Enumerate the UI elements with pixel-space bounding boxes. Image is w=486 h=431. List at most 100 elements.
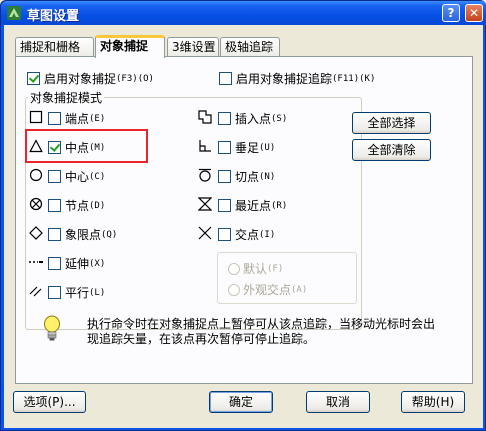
checkbox-box[interactable] <box>218 141 231 154</box>
close-button[interactable]: ✕ <box>465 4 483 22</box>
node-icon <box>29 197 43 211</box>
checkbox-box[interactable] <box>218 170 231 183</box>
parallel-icon <box>29 286 42 297</box>
endpoint-checkbox[interactable]: 端点 (E) <box>48 110 105 127</box>
hotkey-text: (F11)(K) <box>332 73 376 84</box>
help-button[interactable]: 帮助(H) <box>401 391 465 413</box>
title-bar[interactable]: 草图设置 ? ✕ <box>1 1 486 25</box>
checkbox-box[interactable] <box>218 112 231 125</box>
app-icon <box>7 6 21 20</box>
tab-polar-tracking[interactable]: 极轴追踪 <box>220 37 280 57</box>
checkbox-label: 切点 <box>235 170 260 184</box>
info-line: 执行命令时在对象捕捉点上暂停可从该点追踪，当移动光标时会出 <box>87 317 436 331</box>
hotkey-text: (D) <box>89 200 106 211</box>
checkbox-box[interactable] <box>48 112 61 125</box>
dialog-client-area: 捕捉和栅格 对象捕捉 3维设置 极轴追踪 启用对象捕捉 (F3)(O) 启用对象… <box>4 25 483 428</box>
checkbox-label: 最近点 <box>235 199 272 213</box>
hotkey-text: (F3)(O) <box>116 73 154 84</box>
hotkey-text: (R) <box>271 200 288 211</box>
tab-3d-settings[interactable]: 3维设置 <box>167 37 219 57</box>
center-checkbox[interactable]: 中心 (C) <box>48 168 105 185</box>
checkbox-box[interactable] <box>48 170 61 183</box>
checkbox-label: 平行 <box>65 286 90 300</box>
checkbox-box[interactable] <box>48 199 61 212</box>
checkbox-label: 垂足 <box>235 141 260 155</box>
checkbox-label: 启用对象捕捉追踪 <box>236 72 333 86</box>
intersection-checkbox[interactable]: 交点 (I) <box>218 226 275 243</box>
parallel-checkbox[interactable]: 平行 (L) <box>48 284 105 301</box>
default-radio[interactable]: 默认 (F) <box>228 260 283 277</box>
object-snap-panel: 启用对象捕捉 (F3)(O) 启用对象捕捉追踪 (F11)(K) 对象捕捉模式 … <box>15 56 473 384</box>
hotkey-text: (C) <box>89 171 106 182</box>
checkbox-box[interactable] <box>218 199 231 212</box>
nearest-checkbox[interactable]: 最近点 (R) <box>218 197 287 214</box>
hotkey-text: (A) <box>291 284 308 295</box>
extension-checkbox[interactable]: 延伸 (X) <box>48 255 105 272</box>
apparent-intersection-radio[interactable]: 外观交点 (A) <box>228 281 307 298</box>
tab-label: 极轴追踪 <box>225 40 274 54</box>
insertion-icon <box>198 110 212 124</box>
hotkey-text: (M) <box>89 142 106 153</box>
extension-icon <box>29 261 43 263</box>
tab-label: 捕捉和栅格 <box>20 40 81 54</box>
insertion-checkbox[interactable]: 插入点 (S) <box>218 110 287 127</box>
tab-label: 3维设置 <box>172 40 216 54</box>
tab-snap-and-grid[interactable]: 捕捉和栅格 <box>15 37 94 57</box>
checkbox-label: 象限点 <box>65 228 102 242</box>
checkbox-label: 端点 <box>65 112 90 126</box>
info-message: 执行命令时在对象捕捉点上暂停可从该点追踪，当移动光标时会出 现追踪矢量，在该点再… <box>87 317 467 347</box>
checkbox-label: 插入点 <box>235 112 272 126</box>
window-title: 草图设置 <box>27 9 80 24</box>
lightbulb-icon <box>44 315 60 341</box>
checkbox-label: 节点 <box>65 199 90 213</box>
perpendicular-checkbox[interactable]: 垂足 (U) <box>218 139 275 156</box>
midpoint-checkbox[interactable]: 中点 (M) <box>48 139 105 156</box>
midpoint-triangle-icon <box>29 139 43 153</box>
hotkey-text: (I) <box>259 229 276 240</box>
hotkey-text: (X) <box>89 258 106 269</box>
checkbox-label: 中点 <box>65 141 90 155</box>
options-button[interactable]: 选项(P)... <box>13 391 86 413</box>
checkbox-box[interactable] <box>27 72 40 85</box>
hotkey-text: (E) <box>89 113 106 124</box>
checkbox-label: 启用对象捕捉 <box>44 72 117 86</box>
tangent-icon <box>199 168 211 182</box>
perpendicular-icon <box>199 140 211 152</box>
checkbox-box[interactable] <box>219 72 232 85</box>
radio-circle[interactable] <box>228 262 240 275</box>
checkbox-label: 延伸 <box>65 257 90 271</box>
checkbox-label: 交点 <box>235 228 260 242</box>
hotkey-text: (U) <box>259 142 276 153</box>
checkbox-box[interactable] <box>218 228 231 241</box>
ok-button[interactable]: 确定 <box>209 391 273 413</box>
checkbox-box[interactable] <box>48 257 61 270</box>
select-all-button[interactable]: 全部选择 <box>352 112 431 134</box>
cancel-button[interactable]: 取消 <box>306 391 370 413</box>
quadrant-checkbox[interactable]: 象限点 (Q) <box>48 226 117 243</box>
nearest-icon <box>198 197 212 211</box>
enable-snap-tracking-checkbox[interactable]: 启用对象捕捉追踪 (F11)(K) <box>219 70 375 87</box>
tangent-checkbox[interactable]: 切点 (N) <box>218 168 275 185</box>
radio-label: 默认 <box>243 262 268 276</box>
clear-all-button[interactable]: 全部清除 <box>352 139 431 161</box>
checkbox-box[interactable] <box>48 141 61 154</box>
endpoint-square-icon <box>29 110 43 124</box>
checkbox-box[interactable] <box>48 228 61 241</box>
info-line: 现追踪矢量，在该点再次暂停可停止追踪。 <box>87 332 316 346</box>
enable-object-snap-checkbox[interactable]: 启用对象捕捉 (F3)(O) <box>27 70 154 87</box>
node-checkbox[interactable]: 节点 (D) <box>48 197 105 214</box>
hotkey-text: (S) <box>271 113 288 124</box>
drafting-settings-dialog: 草图设置 ? ✕ 捕捉和栅格 对象捕捉 3维设置 极轴追踪 启用对象捕捉 (F3… <box>0 0 486 431</box>
radio-label: 外观交点 <box>243 283 292 297</box>
hotkey-text: (N) <box>259 171 276 182</box>
checkbox-label: 中心 <box>65 170 90 184</box>
tab-object-snap[interactable]: 对象捕捉 <box>95 35 165 58</box>
quadrant-diamond-icon <box>29 226 43 240</box>
group-title: 对象捕捉模式 <box>28 89 105 106</box>
radio-circle[interactable] <box>228 283 240 296</box>
hotkey-text: (Q) <box>101 229 118 240</box>
hotkey-text: (F) <box>267 263 284 274</box>
checkbox-box[interactable] <box>48 286 61 299</box>
help-title-button[interactable]: ? <box>442 4 460 22</box>
center-circle-icon <box>29 168 43 182</box>
